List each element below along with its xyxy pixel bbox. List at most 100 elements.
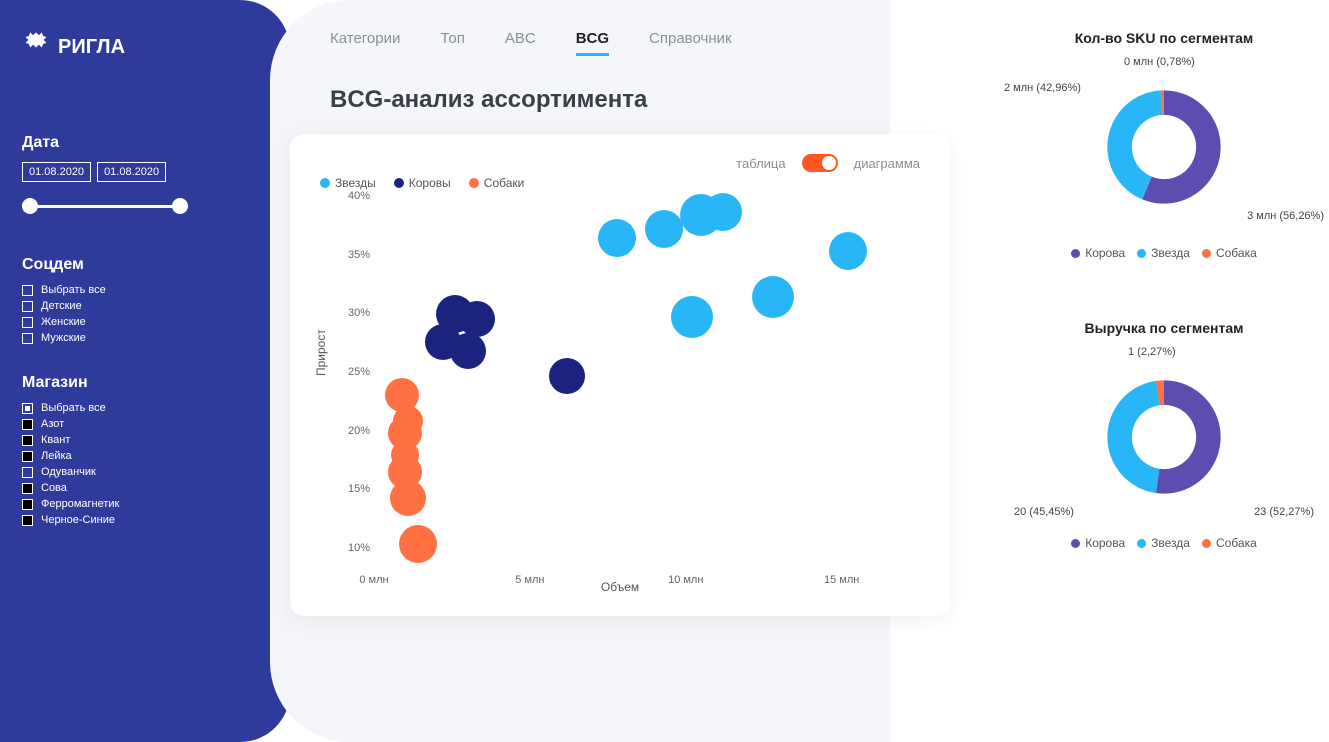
socdem-item[interactable]: Мужские [22,332,198,344]
checkbox-label: Выбрать все [41,402,106,414]
legend-item: Звезды [320,176,376,190]
revenue-donut-legend: КороваЗвездаСобака [1019,536,1309,550]
scatter-chart: Прирост 10%15%20%25%30%35%40% 0 млн5 млн… [320,196,920,596]
x-axis-label: Объем [601,580,639,594]
legend-dot-icon [1071,249,1080,258]
x-tick: 5 млн [515,574,544,586]
socdem-item[interactable]: Женские [22,316,198,328]
bubble[interactable] [390,480,426,516]
donut-arc-label: 3 млн (56,26%) [1247,210,1324,222]
legend-item: Коровы [394,176,451,190]
x-tick: 10 млн [668,574,703,586]
checkbox-icon [22,285,33,296]
bubble[interactable] [704,193,742,231]
date-range-slider[interactable] [22,196,198,216]
store-item[interactable]: Выбрать все [22,402,198,414]
checkbox-icon [22,467,33,478]
checkbox-label: Детские [41,300,82,312]
checkbox-icon [22,333,33,344]
legend-dot-icon [1202,539,1211,548]
legend-dot-icon [394,178,404,188]
y-tick: 35% [348,249,370,261]
view-toggle[interactable] [802,154,838,172]
legend-dot-icon [1137,249,1146,258]
legend-dot-icon [1202,249,1211,258]
y-tick: 10% [348,542,370,554]
logo-icon [22,30,50,64]
legend-dot-icon [320,178,330,188]
sku-donut-title: Кол-во SKU по сегментам [1019,30,1309,46]
store-item[interactable]: Ферромагнетик [22,498,198,510]
bubble[interactable] [549,358,585,394]
bubble[interactable] [598,219,636,257]
y-tick: 30% [348,307,370,319]
legend-item: Собаки [469,176,525,190]
checkbox-icon [22,419,33,430]
bubble[interactable] [752,276,794,318]
legend-item: Собака [1202,246,1257,260]
checkbox-label: Азот [41,418,64,430]
checkbox-icon [22,403,33,414]
legend-item: Собака [1202,536,1257,550]
donut-arc-label: 1 (2,27%) [1128,346,1176,358]
scatter-card: таблица диаграмма Звезды Коровы Собаки При… [290,134,950,616]
date-heading: Дата [22,134,198,152]
tab-abc[interactable]: ABC [505,30,536,56]
store-item[interactable]: Сова [22,482,198,494]
bubble[interactable] [399,525,437,563]
checkbox-label: Женские [41,316,86,328]
main-content: Категории Топ ABC BCG Справочник BCG-анализ … [220,0,999,742]
toggle-label-table[interactable]: таблица [736,156,785,171]
page-title: BCG-анализ ассортимента [290,86,969,114]
y-axis-label: Прирост [314,329,328,376]
brand-name: РИГЛА [58,36,125,59]
socdem-item[interactable]: Детские [22,300,198,312]
tab-топ[interactable]: Топ [440,30,464,56]
bubble[interactable] [671,296,713,338]
y-tick: 20% [348,425,370,437]
checkbox-icon [22,515,33,526]
y-tick: 15% [348,483,370,495]
legend-item: Звезда [1137,536,1190,550]
toggle-label-diagram[interactable]: диаграмма [854,156,920,171]
bubble[interactable] [450,333,486,369]
legend-dot-icon [1071,539,1080,548]
socdem-heading: Соцдем [22,256,198,274]
revenue-donut-chart: 23 (52,27%)20 (45,45%)1 (2,27%) [1064,352,1264,522]
series-legend: Звезды Коровы Собаки [320,176,920,190]
checkbox-label: Лейка [41,450,72,462]
y-tick: 40% [348,190,370,202]
y-tick: 25% [348,366,370,378]
revenue-donut-block: Выручка по сегментам 23 (52,27%)20 (45,4… [1019,320,1309,550]
store-item[interactable]: Азот [22,418,198,430]
bubble[interactable] [459,301,495,337]
tabs: Категории Топ ABC BCG Справочник [290,30,969,56]
legend-dot-icon [469,178,479,188]
checkbox-label: Ферромагнетик [41,498,119,510]
socdem-item[interactable]: Выбрать все [22,284,198,296]
tab-категории[interactable]: Категории [330,30,400,56]
tab-справочник[interactable]: Справочник [649,30,732,56]
store-item[interactable]: Лейка [22,450,198,462]
tab-bcg[interactable]: BCG [576,30,609,56]
store-heading: Магазин [22,374,198,392]
store-item[interactable]: Черное-Синие [22,514,198,526]
revenue-donut-title: Выручка по сегментам [1019,320,1309,336]
date-from[interactable]: 01.08.2020 [22,162,91,182]
checkbox-icon [22,483,33,494]
sku-donut-chart: 3 млн (56,26%)2 млн (42,96%)0 млн (0,78%… [1064,62,1264,232]
donut-arc-label: 20 (45,45%) [1014,506,1074,518]
store-item[interactable]: Одуванчик [22,466,198,478]
bubble[interactable] [645,210,683,248]
checkbox-icon [22,317,33,328]
sidebar: РИГЛА Дата 01.08.2020 01.08.2020 Соцдем … [0,0,220,742]
checkbox-label: Выбрать все [41,284,106,296]
checkbox-label: Черное-Синие [41,514,115,526]
checkbox-label: Сова [41,482,67,494]
date-to[interactable]: 01.08.2020 [97,162,166,182]
logo: РИГЛА [22,30,198,64]
bubble[interactable] [829,232,867,270]
legend-dot-icon [1137,539,1146,548]
store-item[interactable]: Квант [22,434,198,446]
checkbox-icon [22,301,33,312]
